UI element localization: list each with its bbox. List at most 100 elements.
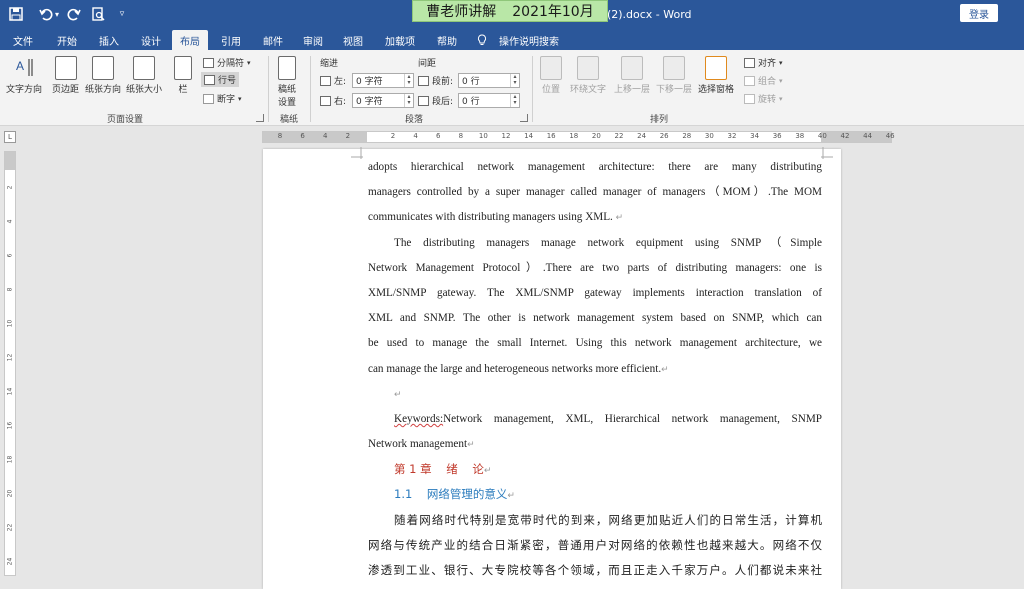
paragraph-mark-icon: ↵ — [467, 439, 475, 450]
text-line: 随着网络时代特别是宽带时代的到来，网络更加贴近人们的日常生活，计算机 — [394, 512, 822, 527]
ruler-tick-label: 10 — [6, 319, 14, 328]
keywords-line-2: Network management↵ — [368, 438, 475, 451]
size-button[interactable]: 纸张大小 — [126, 56, 162, 95]
document-page[interactable]: adopts hierarchical network management a… — [263, 147, 841, 589]
ruler-tick-label: 36 — [772, 132, 782, 140]
position-button[interactable]: 位置 — [540, 56, 562, 95]
ruler-tick-label: 40 — [817, 132, 827, 140]
ruler-tick-label: 6 — [6, 253, 14, 258]
watermark-banner: 曹老师讲解 2021年10月 — [412, 0, 608, 22]
spacing-before-input[interactable]: 0 行 ▴ ▾ — [458, 73, 520, 88]
ruler-tick-label: 8 — [458, 132, 464, 140]
tell-me-search[interactable]: 操作说明搜索 — [494, 30, 564, 50]
align-icon — [744, 57, 755, 68]
text-direction-button[interactable]: A 文字方向 — [6, 56, 42, 95]
tab-design[interactable]: 设计 — [134, 30, 168, 50]
page-size-icon — [133, 56, 155, 80]
spacing-before-label: 段前: — [418, 74, 453, 87]
hyphenation-button[interactable]: 断字 ▾ — [203, 92, 242, 105]
text-line: communicates with distributing managers … — [368, 211, 624, 224]
ruler-tick-label: 16 — [6, 421, 14, 430]
send-backward-button[interactable]: 下移一层 — [656, 56, 692, 95]
text-line: adopts hierarchical network management a… — [368, 161, 822, 173]
document-body[interactable]: adopts hierarchical network management a… — [368, 155, 822, 583]
tab-mailings[interactable]: 邮件 — [256, 30, 290, 50]
spinner-arrows-icon[interactable]: ▴ ▾ — [510, 94, 519, 107]
tab-selector[interactable]: L — [4, 131, 16, 143]
ribbon-tab-bar: 文件 开始 插入 设计 布局 引用 邮件 审阅 视图 加载项 帮助 操作说明搜索 — [0, 28, 1024, 50]
text-line: 渗透到工业、银行、大专院校等各个领域，而且正走入千家万户。人们都说未来社 — [368, 563, 822, 577]
chevron-down-icon: ▾ — [779, 76, 783, 85]
spacing-after-input[interactable]: 0 行 ▴ ▾ — [458, 93, 520, 108]
spinner-arrows-icon[interactable]: ▴ ▾ — [510, 74, 519, 87]
lightbulb-icon[interactable] — [474, 30, 490, 50]
ruler-tick-label: 8 — [6, 287, 14, 292]
ruler-tick-label: 6 — [300, 132, 305, 140]
wrap-text-button[interactable]: 环绕文字 — [570, 56, 606, 95]
tab-view[interactable]: 视图 — [336, 30, 370, 50]
paragraph-mark-icon: ↵ — [507, 491, 515, 502]
chevron-down-icon: ▾ — [238, 94, 242, 103]
send-backward-icon — [663, 56, 685, 80]
ruler-tick-label: 26 — [659, 132, 669, 140]
ruler-tick-label: 4 — [322, 132, 328, 140]
tab-layout[interactable]: 布局 — [172, 30, 208, 50]
keywords-prefix: Keywords: — [394, 412, 444, 425]
tab-addins[interactable]: 加载项 — [380, 30, 420, 50]
spinner-arrows-icon[interactable]: ▴ ▾ — [404, 74, 413, 87]
rotate-icon — [744, 93, 755, 104]
margins-button[interactable]: 页边距 — [52, 56, 79, 95]
keywords-line: Keywords:Network management, XML, Hierar… — [394, 412, 822, 425]
columns-button[interactable]: 栏 — [174, 56, 192, 95]
document-workspace: L 8 6 4 2 2 4 6 8 10 12 14 16 18 20 22 24 26 28 30 32 34 36 38… — [0, 127, 1024, 589]
spacing-before-icon — [418, 75, 429, 86]
tab-home[interactable]: 开始 — [50, 30, 84, 50]
paragraph-launcher-icon[interactable] — [520, 114, 528, 122]
horizontal-ruler[interactable]: 8 6 4 2 2 4 6 8 10 12 14 16 18 20 22 24 26 28 30 32 34 36 38 40… — [262, 131, 895, 143]
ruler-tick-label: 20 — [6, 489, 14, 498]
line-numbers-icon — [204, 74, 215, 85]
tab-references[interactable]: 引用 — [214, 30, 248, 50]
ruler-tick-label: 14 — [6, 387, 14, 396]
group-objects-button[interactable]: 组合 ▾ — [744, 74, 783, 87]
ruler-tick-label: 42 — [840, 132, 850, 140]
selection-pane-button[interactable]: 选择窗格 — [698, 56, 734, 95]
tab-insert[interactable]: 插入 — [92, 30, 126, 50]
page-setup-launcher-icon[interactable] — [256, 114, 264, 122]
ruler-tick-label: 28 — [682, 132, 692, 140]
spacing-after-icon — [418, 95, 429, 106]
login-button[interactable]: 登录 — [960, 4, 998, 22]
line-numbers-button[interactable]: 行号 — [201, 72, 240, 87]
indent-left-input[interactable]: 0 字符 ▴ ▾ — [352, 73, 414, 88]
spinner-arrows-icon[interactable]: ▴ ▾ — [404, 94, 413, 107]
ruler-tick-label: 46 — [885, 132, 895, 140]
rotate-button[interactable]: 旋转 ▾ — [744, 92, 783, 105]
crop-mark-icon — [351, 147, 363, 159]
ruler-tick-label: 6 — [435, 132, 441, 140]
ruler-tick-label: 2 — [6, 185, 14, 190]
tab-help[interactable]: 帮助 — [430, 30, 464, 50]
bring-forward-button[interactable]: 上移一层 — [614, 56, 650, 95]
breaks-button[interactable]: 分隔符 ▾ — [203, 56, 251, 69]
align-button[interactable]: 对齐 ▾ — [744, 56, 783, 69]
ruler-tick-label: 30 — [704, 132, 714, 140]
manuscript-settings-button[interactable]: 稿纸 设置 — [278, 56, 296, 108]
orientation-button[interactable]: 纸张方向 — [85, 56, 121, 95]
tab-file[interactable]: 文件 — [6, 30, 40, 50]
manuscript-group-label: 稿纸 — [279, 115, 298, 125]
ruler-tick-label: 38 — [795, 132, 805, 140]
paragraph-mark-icon: ↵ — [394, 388, 402, 399]
paragraph-group-label: 段落 — [404, 115, 423, 125]
tab-review[interactable]: 审阅 — [296, 30, 330, 50]
group-divider — [310, 56, 311, 122]
text-direction-icon: A — [13, 56, 35, 80]
columns-icon — [174, 56, 192, 80]
ruler-tick-label: 4 — [413, 132, 418, 140]
indent-right-icon — [320, 95, 331, 106]
text-line: XML/SNMP gateway. The XML/SNMP gateway i… — [368, 286, 822, 299]
ruler-tick-label: 34 — [750, 132, 760, 140]
ruler-tick-label: 2 — [345, 132, 351, 140]
vertical-ruler[interactable]: 2 4 6 8 10 12 14 16 18 20 22 24 — [4, 151, 16, 576]
watermark-teacher: 曹老师讲解 — [426, 4, 497, 20]
indent-right-input[interactable]: 0 字符 ▴ ▾ — [352, 93, 414, 108]
